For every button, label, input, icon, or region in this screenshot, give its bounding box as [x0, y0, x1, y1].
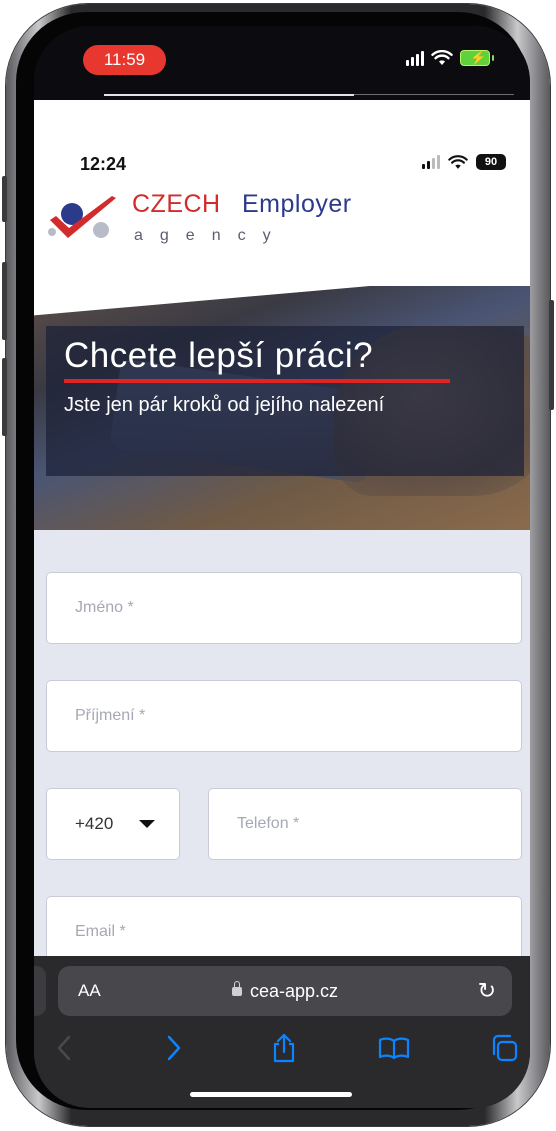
back-button[interactable]	[42, 1026, 86, 1070]
page-status-icons: 90	[422, 154, 506, 170]
phone-field[interactable]: Telefon *	[208, 788, 522, 860]
bookmarks-button[interactable]	[372, 1026, 416, 1070]
hero-banner: Chcete lepší práci? Jste jen pár kroků o…	[34, 286, 530, 530]
lock-icon	[231, 981, 242, 996]
forward-button[interactable]	[152, 1026, 196, 1070]
phone-screen: 11:59 ⚡ 12:24 90 CZECH Employer agency C…	[34, 26, 530, 1108]
battery-charging-icon: ⚡	[460, 50, 494, 66]
first-name-field[interactable]: Jméno *	[46, 572, 522, 644]
browser-bottom-bar: AA cea-app.cz ↻	[34, 956, 530, 1108]
cellular-signal-icon	[406, 50, 424, 66]
last-name-field[interactable]: Příjmení *	[46, 680, 522, 752]
chevron-down-icon	[139, 820, 155, 828]
tabs-icon	[492, 1034, 518, 1062]
cellular-signal-icon	[422, 155, 440, 169]
hero-title: Chcete lepší práci?	[64, 336, 374, 375]
reload-icon[interactable]: ↻	[478, 966, 496, 1016]
page-status-bar: 12:24 90	[34, 126, 530, 174]
home-indicator[interactable]	[190, 1092, 352, 1097]
device-time: 11:59	[83, 45, 166, 75]
tabs-button[interactable]	[482, 1026, 526, 1070]
hero-subtitle: Jste jen pár kroků od jejího nalezení	[64, 394, 385, 416]
brand-name-employer: Employer	[242, 190, 352, 218]
hero-top-cut	[34, 286, 530, 316]
first-name-placeholder: Jméno *	[75, 599, 134, 616]
wifi-icon	[448, 154, 468, 169]
phone-placeholder: Telefon *	[237, 815, 300, 832]
screenshot: 11:59 ⚡ 12:24 90 CZECH Employer agency C…	[0, 0, 556, 1131]
back-icon	[57, 1035, 71, 1061]
progress-line	[104, 94, 354, 96]
page-status-time: 12:24	[80, 154, 127, 174]
brand-tagline: agency	[134, 227, 288, 244]
country-code-select[interactable]: +420	[46, 788, 180, 860]
progress-track	[354, 94, 514, 95]
wifi-icon	[431, 50, 453, 65]
url-text: cea-app.cz	[249, 981, 339, 1001]
forward-icon	[167, 1035, 181, 1061]
address-bar[interactable]: AA cea-app.cz ↻	[58, 966, 512, 1016]
country-code-value: +420	[75, 814, 114, 833]
share-button[interactable]	[262, 1026, 306, 1070]
last-name-placeholder: Příjmení *	[75, 707, 146, 724]
brand-logo[interactable]: CZECH Employer agency	[46, 190, 406, 260]
previous-tab-peek[interactable]	[34, 966, 46, 1016]
volume-down-button	[2, 358, 7, 436]
web-page: 12:24 90 CZECH Employer agency Chcete le…	[34, 100, 530, 984]
share-icon	[273, 1033, 295, 1063]
logo-mark-icon	[48, 196, 116, 238]
volume-up-button	[2, 262, 7, 340]
brand-name-czech: CZECH	[132, 190, 221, 218]
power-button	[549, 300, 554, 410]
device-status-bar: 11:59 ⚡	[34, 26, 530, 100]
device-status-icons: ⚡	[406, 50, 494, 66]
hero-title-underline	[64, 379, 450, 383]
action-button	[2, 176, 7, 222]
bookmarks-icon	[378, 1037, 410, 1060]
signup-form: Jméno * Příjmení * +420 Telefon * Email …	[34, 530, 530, 984]
browser-toolbar	[34, 1026, 530, 1070]
url-display[interactable]: cea-app.cz	[58, 966, 512, 1016]
battery-level: 90	[476, 154, 506, 170]
